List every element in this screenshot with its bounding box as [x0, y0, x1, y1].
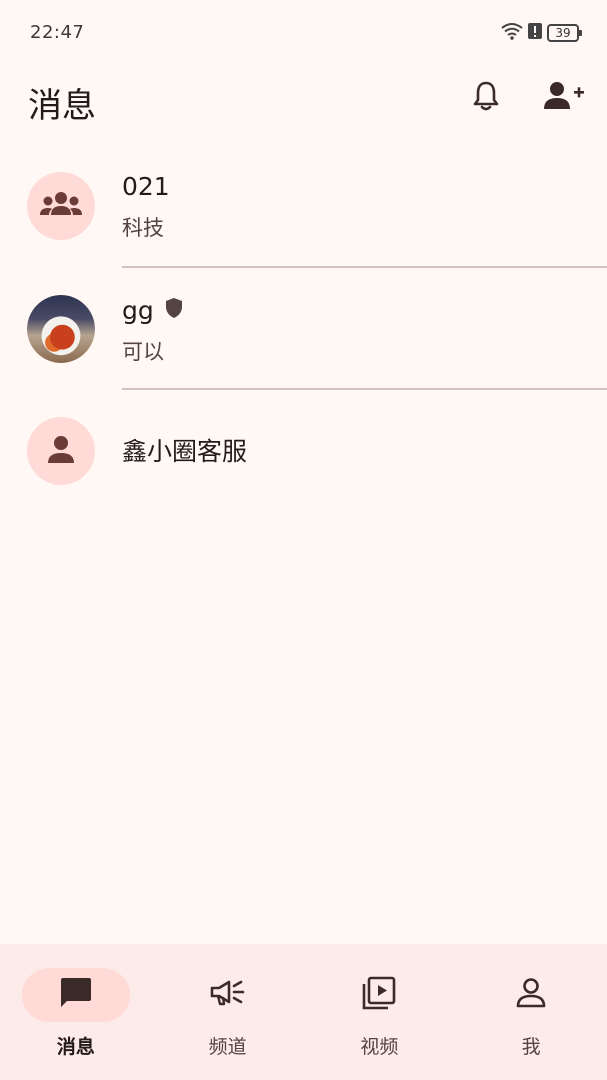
conversation-name: 鑫小圈客服 — [122, 437, 248, 466]
bottom-nav: 消息 频道 视频 我 — [0, 944, 607, 1080]
group-icon — [40, 191, 82, 221]
add-contact-button[interactable] — [542, 76, 586, 120]
nav-item-me[interactable]: 我 — [455, 944, 607, 1080]
conversation-item[interactable]: 021 科技 — [0, 146, 607, 268]
status-bar: 22:47 39 — [0, 0, 607, 66]
messages-screen: 22:47 39 消息 021 科技 gg 可以 鑫小圈客服 消息 频道 视频 … — [0, 0, 607, 1080]
shield-icon — [164, 296, 184, 325]
conversation-list: 021 科技 gg 可以 鑫小圈客服 — [0, 146, 607, 490]
chat-icon — [58, 975, 94, 1015]
person-icon — [46, 434, 76, 468]
person-add-icon — [542, 80, 586, 116]
conversation-item[interactable]: 鑫小圈客服 — [0, 390, 607, 490]
alert-icon — [527, 22, 543, 44]
nav-item-videos[interactable]: 视频 — [304, 944, 456, 1080]
notifications-button[interactable] — [464, 76, 508, 120]
nav-label: 我 — [521, 1036, 541, 1058]
status-icons: 39 — [501, 22, 582, 44]
nav-label: 消息 — [56, 1036, 95, 1058]
app-header: 消息 — [0, 66, 607, 136]
avatar — [27, 295, 95, 363]
conversation-name: 021 — [122, 172, 170, 201]
nav-pill-active — [21, 968, 130, 1022]
page-title: 消息 — [28, 86, 96, 126]
conversation-name: gg — [122, 296, 184, 325]
avatar — [27, 172, 95, 240]
nav-item-channels[interactable]: 频道 — [152, 944, 304, 1080]
battery-icon: 39 — [547, 24, 582, 42]
nav-item-messages[interactable]: 消息 — [0, 944, 152, 1080]
conversation-item[interactable]: gg 可以 — [0, 268, 607, 390]
wifi-icon — [501, 22, 523, 44]
video-library-icon — [361, 975, 397, 1015]
nav-label: 视频 — [360, 1036, 399, 1058]
conversation-preview: 科技 — [122, 216, 164, 240]
photo-avatar — [27, 295, 95, 363]
campaign-icon — [209, 978, 247, 1012]
conversation-preview: 可以 — [122, 340, 164, 364]
avatar — [27, 417, 95, 485]
bell-icon — [471, 80, 501, 116]
nav-label: 频道 — [208, 1036, 247, 1058]
status-time: 22:47 — [30, 22, 85, 43]
person-outline-icon — [514, 976, 548, 1014]
